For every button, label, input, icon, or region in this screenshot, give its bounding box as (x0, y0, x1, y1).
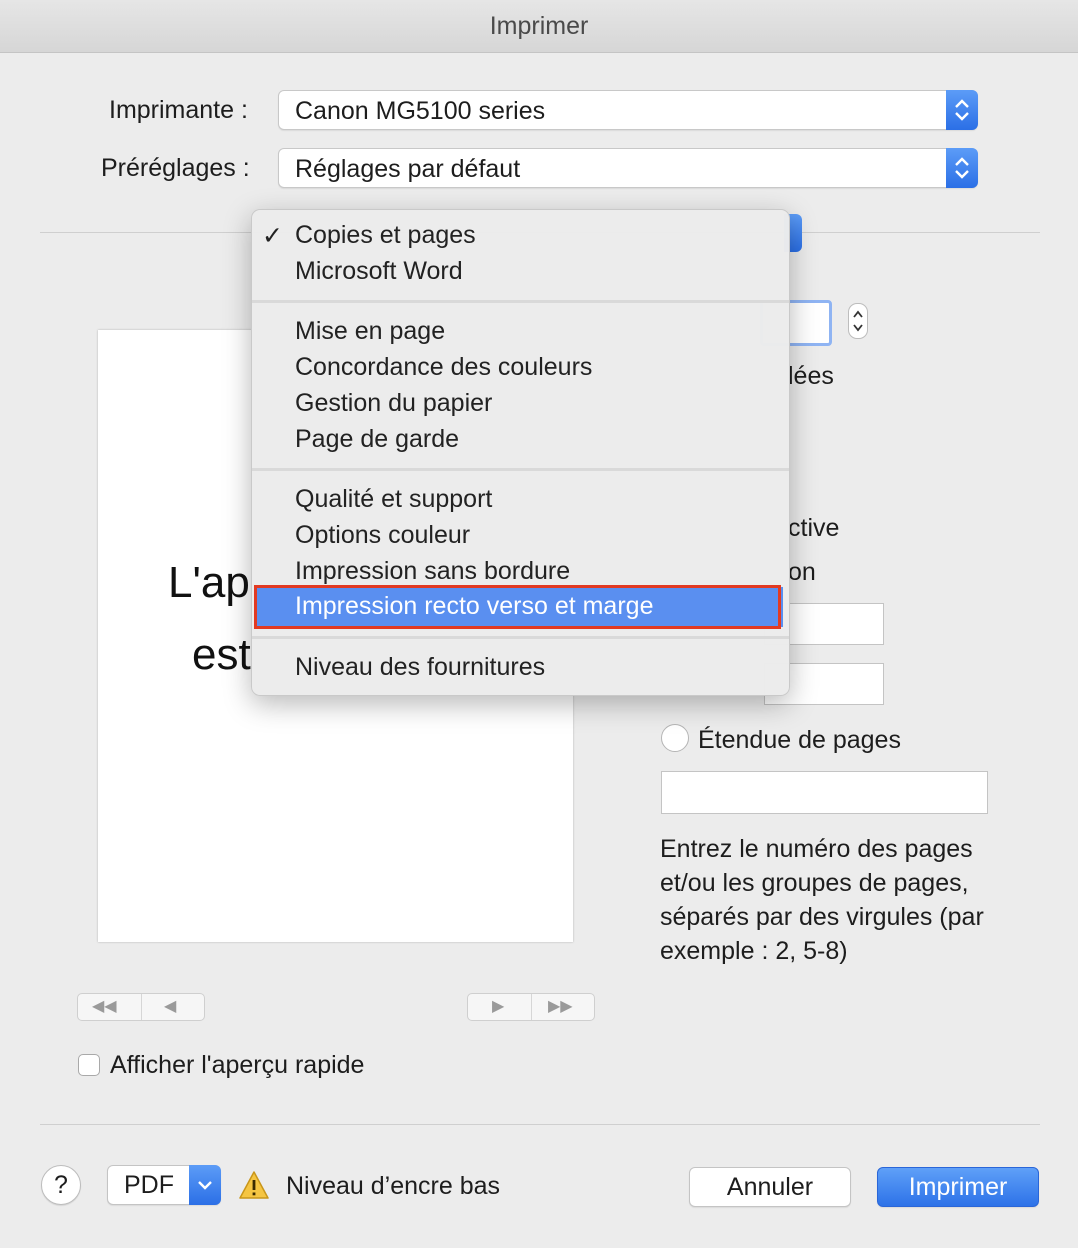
cancel-button[interactable]: Annuler (689, 1167, 851, 1207)
collated-label: lées (788, 362, 834, 390)
menu-item-concordance-couleurs[interactable]: Concordance des couleurs (295, 353, 592, 382)
checkmark-icon: ✓ (262, 222, 283, 250)
page-range-input[interactable] (661, 771, 988, 814)
warning-icon (238, 1170, 270, 1205)
menu-separator (252, 468, 789, 471)
printer-label: Imprimante : (109, 96, 248, 124)
low-ink-warning: Niveau d’encre bas (286, 1172, 501, 1200)
last-page-button[interactable]: ▶▶ (548, 996, 573, 1016)
chevron-updown-icon (946, 148, 978, 188)
menu-item-copies-pages[interactable]: Copies et pages (295, 221, 476, 250)
page-range-label: Étendue de pages (698, 726, 901, 754)
menu-item-page-de-garde[interactable]: Page de garde (295, 425, 459, 454)
menu-item-mise-en-page[interactable]: Mise en page (295, 317, 445, 346)
presets-value: Réglages par défaut (295, 155, 521, 183)
first-page-button[interactable]: ◀◀ (92, 996, 117, 1016)
menu-item-qualite-support[interactable]: Qualité et support (295, 485, 492, 514)
nav-divider (531, 994, 532, 1020)
preview-nav-right-group: ▶ ▶▶ (467, 993, 595, 1021)
active-label: ctive (788, 514, 840, 542)
preview-text-line1: L'ap (168, 558, 250, 607)
selection-label: on (788, 558, 816, 586)
preview-text-line2: est (192, 630, 251, 679)
menu-item-microsoft-word[interactable]: Microsoft Word (295, 257, 463, 286)
presets-popup[interactable]: Réglages par défaut (278, 148, 978, 188)
printer-popup[interactable]: Canon MG5100 series (278, 90, 978, 130)
divider-bottom (40, 1124, 1040, 1125)
copies-stepper[interactable] (848, 303, 868, 339)
quick-preview-checkbox[interactable] (78, 1054, 100, 1076)
menu-item-gestion-papier[interactable]: Gestion du papier (295, 389, 492, 418)
chevron-updown-icon (853, 310, 863, 332)
menu-separator (252, 300, 789, 303)
help-button[interactable]: ? (41, 1165, 81, 1205)
previous-page-button[interactable]: ◀ (164, 996, 176, 1016)
chevron-down-icon (189, 1165, 221, 1205)
preview-nav-left-group: ◀◀ ◀ (77, 993, 205, 1021)
pdf-label: PDF (124, 1171, 174, 1199)
chevron-updown-icon (946, 90, 978, 130)
menu-item-options-couleur[interactable]: Options couleur (295, 521, 470, 550)
presets-label: Préréglages : (101, 154, 250, 182)
printer-value: Canon MG5100 series (295, 97, 546, 125)
print-button[interactable]: Imprimer (877, 1167, 1039, 1207)
page-range-hint: Entrez le numéro des pages et/ou les gro… (660, 835, 984, 965)
next-page-button[interactable]: ▶ (492, 996, 504, 1016)
menu-item-niveau-fournitures[interactable]: Niveau des fournitures (295, 653, 545, 682)
menu-separator (252, 636, 789, 639)
window-title: Imprimer (489, 12, 589, 40)
title-bar: Imprimer (0, 0, 1078, 53)
menu-item-sans-bordure[interactable]: Impression sans bordure (295, 557, 570, 586)
page-range-radio[interactable] (661, 724, 689, 752)
quick-preview-label: Afficher l'aperçu rapide (110, 1051, 365, 1079)
annotation-highlight-box (254, 585, 781, 629)
pdf-menu-button[interactable]: PDF (107, 1165, 221, 1205)
nav-divider (141, 994, 142, 1020)
